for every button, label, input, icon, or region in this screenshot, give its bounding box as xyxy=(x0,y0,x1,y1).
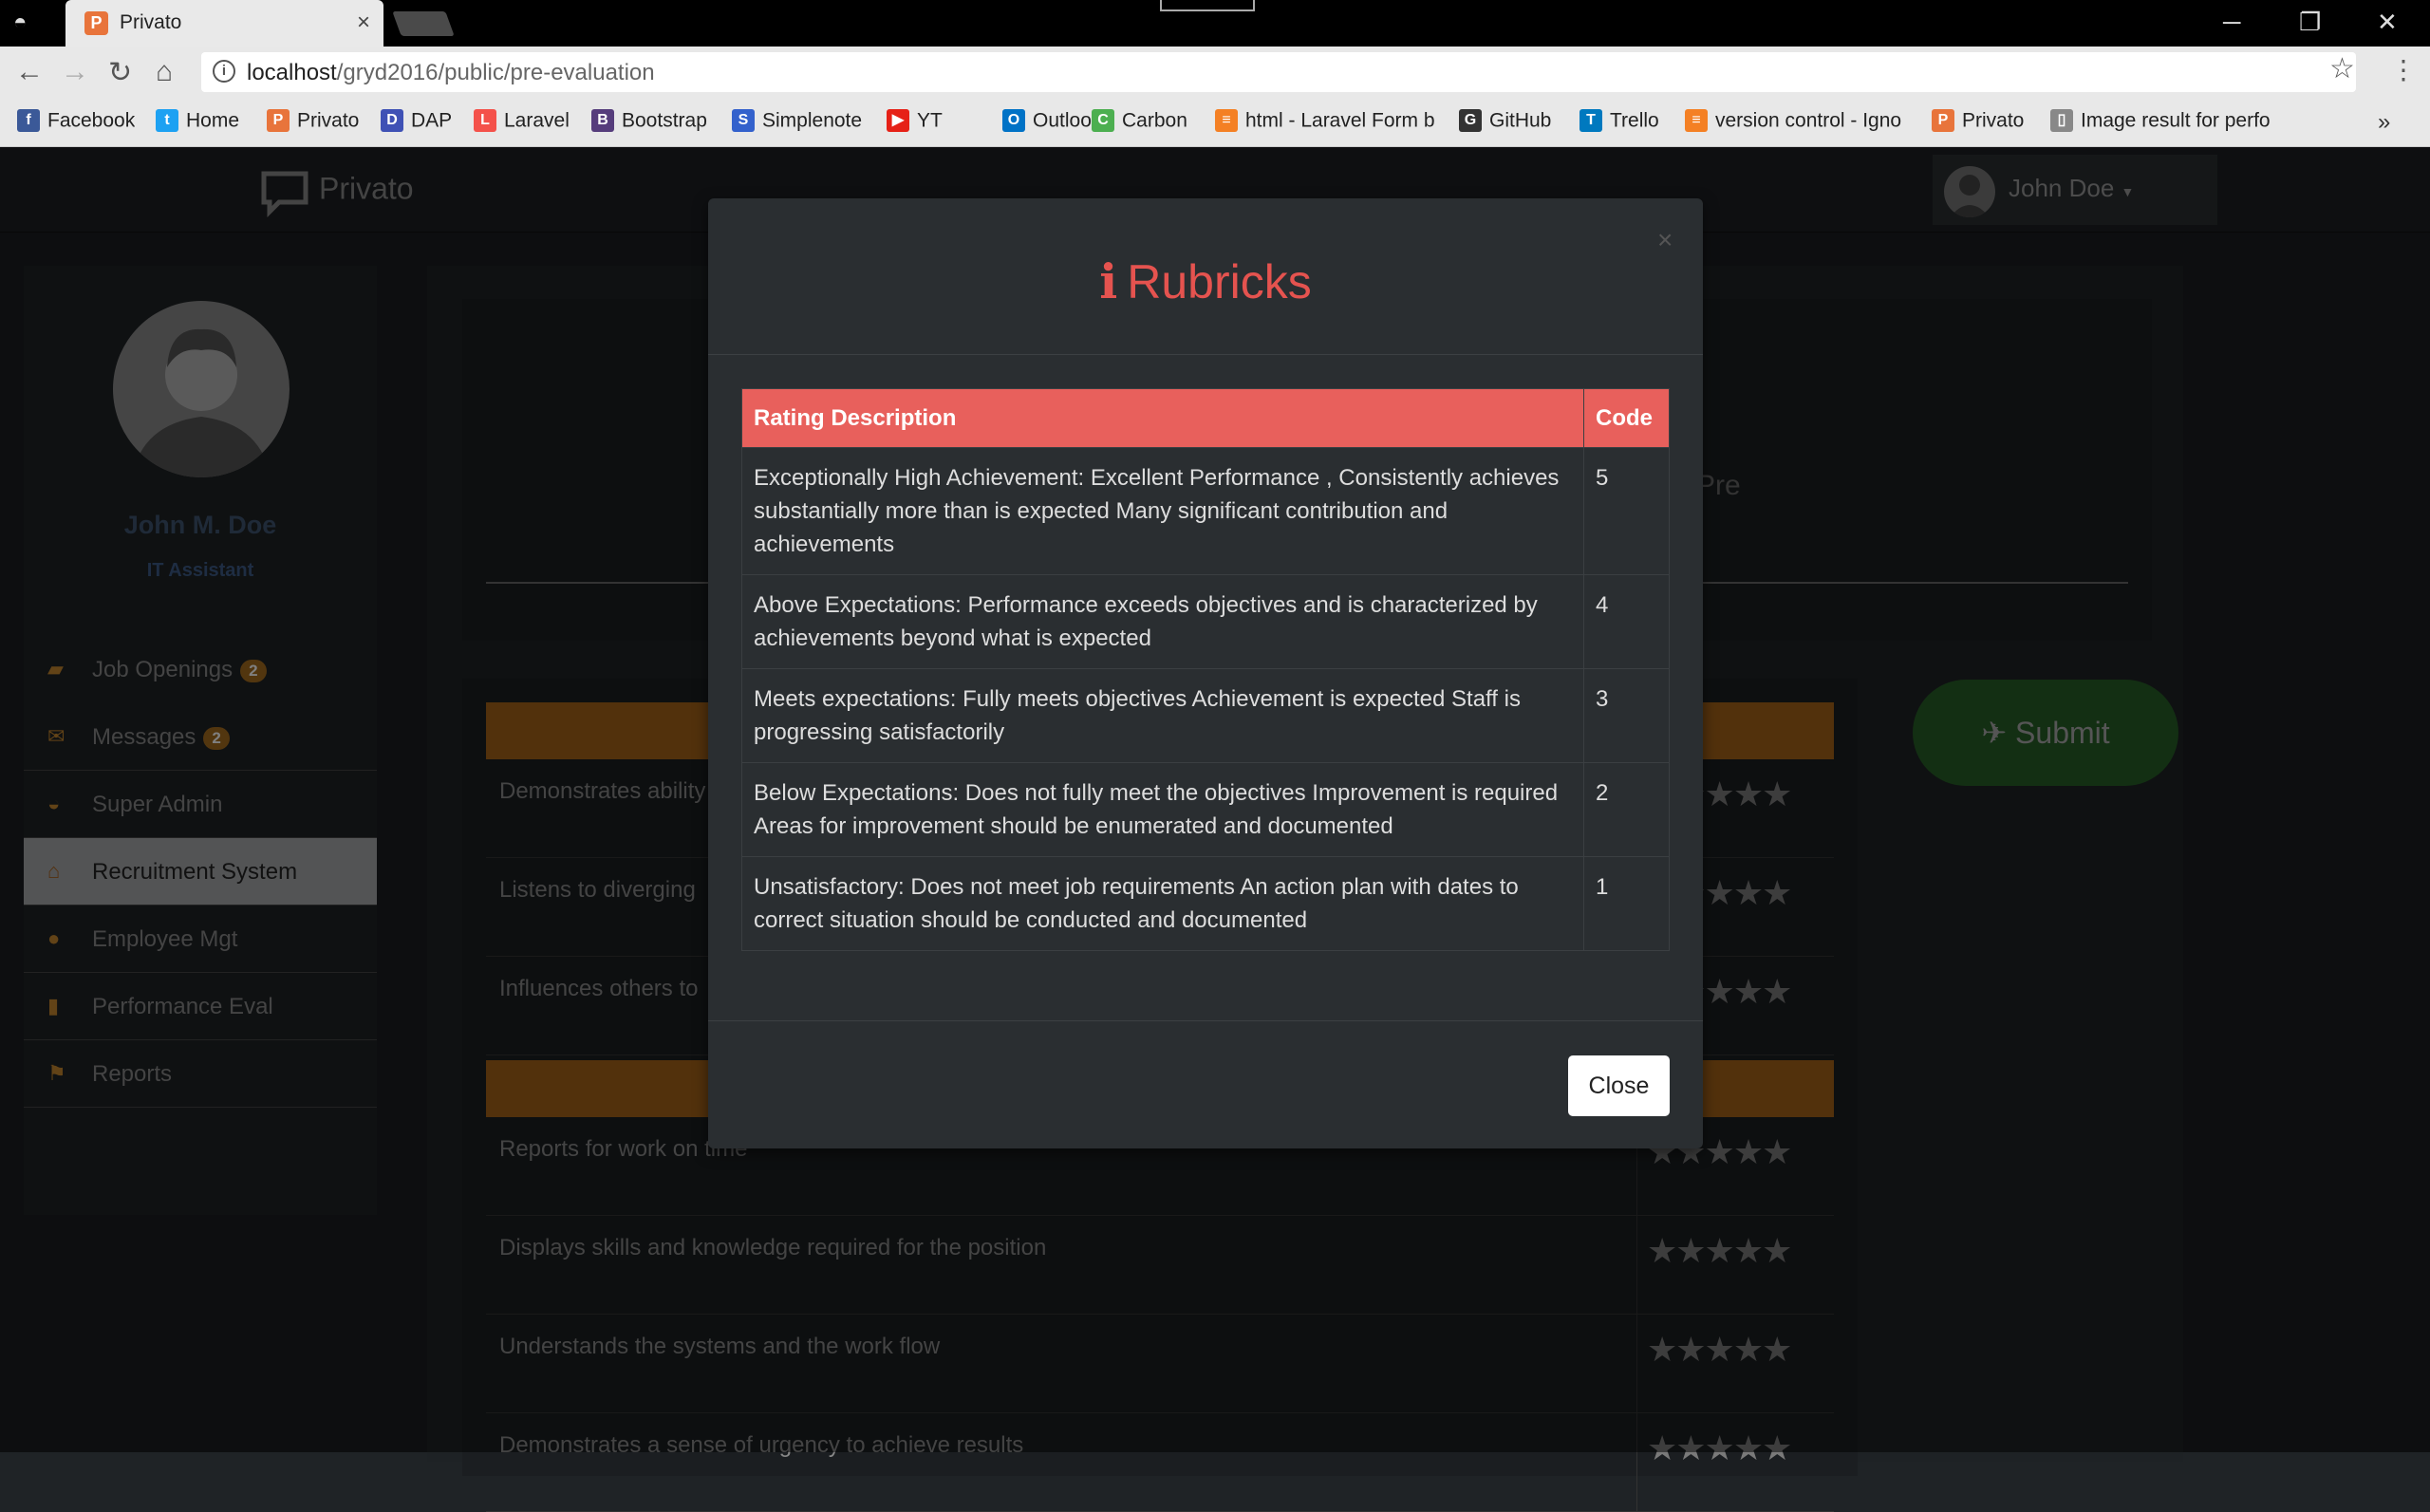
bookmark-label: Facebook xyxy=(47,109,136,132)
window-close-icon[interactable]: ✕ xyxy=(2377,8,2398,37)
bookmark-item[interactable]: S Simplenote xyxy=(732,109,862,136)
bookmark-label: html - Laravel Form b xyxy=(1245,109,1435,132)
bookmark-favicon-icon: O xyxy=(1002,109,1025,133)
rating-code-cell: 2 xyxy=(1583,762,1670,857)
reload-icon[interactable]: ↻ xyxy=(108,56,132,89)
bookmark-favicon-icon: P xyxy=(267,109,290,133)
modal-footer: Close xyxy=(708,1020,1703,1148)
bookmark-item[interactable]: B Bootstrap xyxy=(591,109,707,136)
back-icon[interactable]: ← xyxy=(15,56,44,88)
table-row: Unsatisfactory: Does not meet job requir… xyxy=(741,856,1670,951)
modal-title-text: Rubricks xyxy=(1127,255,1312,308)
rating-description-cell: Above Expectations: Performance exceeds … xyxy=(741,574,1584,669)
bookmark-label: Image result for perfo xyxy=(2081,109,2271,132)
bookmark-label: Home xyxy=(186,109,240,132)
bookmark-favicon-icon: f xyxy=(17,109,40,133)
bookmark-label: YT xyxy=(917,109,943,132)
window-drag-handle[interactable] xyxy=(1160,0,1255,11)
modal-title: i Rubricks xyxy=(708,253,1703,309)
privato-favicon-icon: P xyxy=(84,11,108,35)
bookmark-favicon-icon: B xyxy=(591,109,614,133)
info-icon: i xyxy=(1099,253,1118,309)
rating-code-cell: 3 xyxy=(1583,668,1670,763)
bookmark-favicon-icon: T xyxy=(1580,109,1602,133)
browser-tab[interactable]: P Privato × xyxy=(65,0,383,47)
bookmark-favicon-icon: ▶ xyxy=(887,109,909,133)
close-button[interactable]: Close xyxy=(1568,1055,1670,1116)
bookmark-item[interactable]: O Outlook xyxy=(1002,109,1101,136)
bookmark-item[interactable]: L Laravel xyxy=(474,109,570,136)
browser-menu-icon[interactable]: ⋮ xyxy=(2390,54,2417,85)
bookmark-item[interactable]: D DAP xyxy=(381,109,452,136)
bookmark-label: Privato xyxy=(1962,109,2025,132)
minimize-icon[interactable]: ─ xyxy=(2223,8,2240,37)
table-row: Above Expectations: Performance exceeds … xyxy=(741,574,1670,669)
bookmark-label: Simplenote xyxy=(762,109,863,132)
bookmarks-bar: f Facebook t Home P Privato D DAP L Laravel B Boots… xyxy=(0,98,2430,147)
bookmark-item[interactable]: C Carbon xyxy=(1092,109,1187,136)
bookmark-label: Bootstrap xyxy=(622,109,707,132)
bookmark-favicon-icon: ≡ xyxy=(1685,109,1708,133)
bookmarks-overflow-icon[interactable]: » xyxy=(2378,109,2390,136)
table-row: Exceptionally High Achievement: Excellen… xyxy=(741,447,1670,575)
url-host: localhost xyxy=(247,60,337,85)
bookmark-item[interactable]: P Privato xyxy=(1932,109,2024,136)
bookmark-favicon-icon: P xyxy=(1932,109,1954,133)
bookmark-favicon-icon: ▯ xyxy=(2050,109,2073,133)
bookmark-favicon-icon: C xyxy=(1092,109,1114,133)
tab-title: Privato xyxy=(120,11,182,33)
bookmark-item[interactable]: ≡ version control - Igno xyxy=(1685,109,1913,136)
rubricks-table: Rating Description Code Exceptionally Hi… xyxy=(741,388,1670,951)
address-bar[interactable]: i localhost/gryd2016/public/pre-evaluati… xyxy=(201,52,2356,92)
column-header-description: Rating Description xyxy=(741,388,1584,448)
bookmark-item[interactable]: ≡ html - Laravel Form b xyxy=(1215,109,1443,136)
restore-icon[interactable]: ❐ xyxy=(2299,8,2321,37)
bookmark-label: Privato xyxy=(297,109,360,132)
bookmark-favicon-icon: L xyxy=(474,109,496,133)
bookmark-star-icon[interactable]: ☆ xyxy=(2329,52,2355,85)
bookmark-label: Trello xyxy=(1610,109,1659,132)
tab-close-icon[interactable]: × xyxy=(357,9,370,36)
bookmark-label: Carbon xyxy=(1122,109,1187,132)
rating-code-cell: 4 xyxy=(1583,574,1670,669)
table-row: Below Expectations: Does not fully meet … xyxy=(741,762,1670,857)
table-header-row: Rating Description Code xyxy=(741,388,1670,448)
forward-icon[interactable]: → xyxy=(61,56,89,88)
rating-description-cell: Exceptionally High Achievement: Excellen… xyxy=(741,447,1584,575)
bookmark-label: version control - Igno xyxy=(1715,109,1902,132)
column-header-code: Code xyxy=(1583,388,1670,448)
bookmark-label: GitHub xyxy=(1489,109,1552,132)
rating-code-cell: 1 xyxy=(1583,856,1670,951)
bookmark-item[interactable]: ▯ Image result for perfo xyxy=(2050,109,2278,136)
modal-header: i Rubricks × xyxy=(708,198,1703,355)
rating-description-cell: Meets expectations: Fully meets objectiv… xyxy=(741,668,1584,763)
incognito-icon: ◓ xyxy=(13,9,28,35)
modal-close-icon[interactable]: × xyxy=(1657,225,1673,255)
bookmark-item[interactable]: G GitHub xyxy=(1459,109,1551,136)
home-icon[interactable]: ⌂ xyxy=(156,56,173,88)
bookmark-item[interactable]: T Trello xyxy=(1580,109,1659,136)
bookmark-label: Laravel xyxy=(504,109,570,132)
rating-code-cell: 5 xyxy=(1583,447,1670,575)
bookmark-favicon-icon: t xyxy=(156,109,178,133)
bookmark-item[interactable]: f Facebook xyxy=(17,109,135,136)
rating-description-cell: Below Expectations: Does not fully meet … xyxy=(741,762,1584,857)
browser-titlebar: ◓ P Privato × ─ ❐ ✕ xyxy=(0,0,2430,47)
bookmark-favicon-icon: G xyxy=(1459,109,1482,133)
site-info-icon[interactable]: i xyxy=(213,60,235,83)
bookmark-item[interactable]: ▶ YT xyxy=(887,109,943,136)
table-row: Meets expectations: Fully meets objectiv… xyxy=(741,668,1670,763)
bookmark-label: DAP xyxy=(411,109,453,132)
url-path: /gryd2016/public/pre-evaluation xyxy=(336,60,655,85)
bookmark-favicon-icon: D xyxy=(381,109,403,133)
bookmark-item[interactable]: P Privato xyxy=(267,109,359,136)
bookmark-item[interactable]: t Home xyxy=(156,109,239,136)
bookmark-favicon-icon: ≡ xyxy=(1215,109,1238,133)
url-text: localhost/gryd2016/public/pre-evaluation xyxy=(247,60,655,86)
rating-description-cell: Unsatisfactory: Does not meet job requir… xyxy=(741,856,1584,951)
browser-toolbar: ← → ↻ ⌂ i localhost/gryd2016/public/pre-… xyxy=(0,47,2430,98)
rubricks-modal: i Rubricks × Rating Description Code Exce… xyxy=(708,198,1703,1148)
bookmark-favicon-icon: S xyxy=(732,109,755,133)
new-tab-button[interactable] xyxy=(392,11,455,36)
